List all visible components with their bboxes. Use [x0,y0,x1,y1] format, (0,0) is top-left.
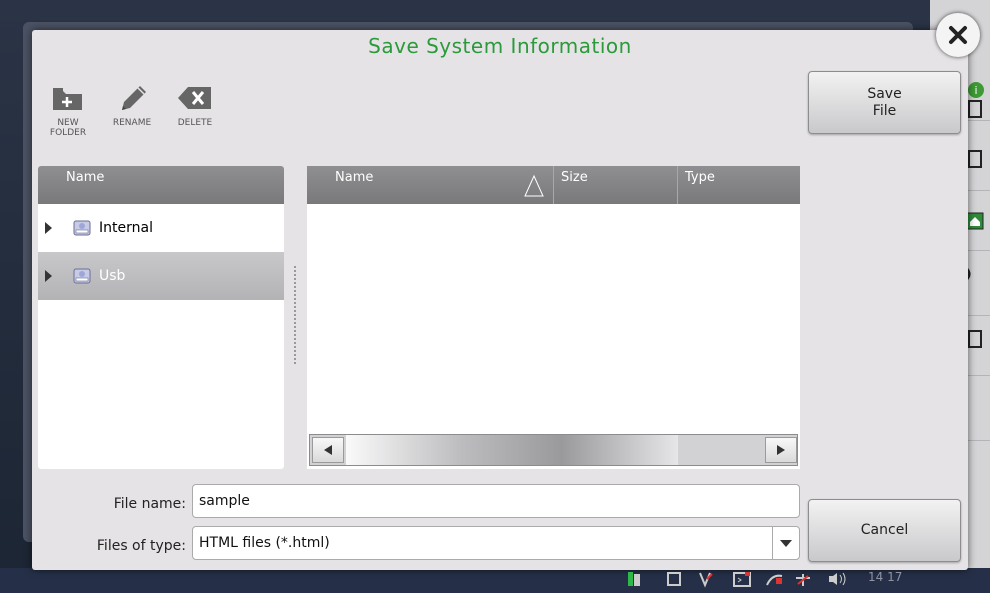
new-folder-label-2: FOLDER [49,128,87,138]
expand-arrow-icon[interactable] [45,222,52,234]
delete-button[interactable]: DELETE [165,78,225,128]
tree-item-usb[interactable]: Usb [38,252,284,300]
new-folder-button[interactable]: NEW FOLDER [38,78,98,138]
folder-tree-header: Name [38,166,284,204]
drive-icon [73,220,91,236]
file-type-value: HTML files (*.html) [199,535,330,551]
close-icon [949,26,967,44]
file-list: Name Size Type [307,166,800,469]
file-name-input[interactable]: sample [192,484,800,518]
system-tray [628,572,846,588]
new-folder-icon [38,78,98,118]
save-button-label-1: Save [867,86,902,102]
scroll-left-button[interactable] [312,437,344,463]
panel-icon-1[interactable] [968,100,982,118]
new-folder-label-1: NEW [57,118,79,128]
save-file-button[interactable]: Save File [808,71,961,134]
tree-item-internal[interactable]: Internal [38,204,284,252]
dropdown-arrow-icon[interactable] [772,527,799,559]
scroll-right-icon [777,445,785,455]
rename-pencil-icon [102,78,162,118]
pane-splitter[interactable] [294,266,296,366]
file-name-label: File name: [113,496,186,512]
tree-item-label: Usb [99,268,126,284]
column-name[interactable]: Name [335,170,373,185]
svg-text:i: i [974,84,977,97]
close-button[interactable] [936,13,980,57]
scrollbar-thumb[interactable] [346,435,678,465]
dialog-title: Save System Information [368,34,632,58]
folder-tree: Name Internal Usb [38,166,284,469]
panel-icon-4[interactable] [968,330,982,348]
sort-triangle-icon[interactable] [523,172,545,198]
rename-button[interactable]: RENAME [102,78,162,128]
panel-icon-2[interactable] [968,150,982,168]
horizontal-scrollbar[interactable] [309,434,798,466]
delete-backspace-icon [165,78,225,118]
save-button-label-2: File [872,103,897,119]
file-type-dropdown[interactable]: HTML files (*.html) [192,526,800,560]
cancel-button[interactable]: Cancel [808,499,961,562]
drive-icon [73,268,91,284]
scroll-right-button[interactable] [765,437,797,463]
scroll-left-icon [324,445,332,455]
delete-label: DELETE [177,118,213,128]
save-dialog: Save System Information NEW FOLDER RENAM… [32,30,968,570]
tree-item-label: Internal [99,220,153,236]
file-type-label: Files of type: [96,538,186,554]
column-type[interactable]: Type [685,170,715,185]
clock: 14 17 [868,570,903,584]
column-size[interactable]: Size [561,170,588,185]
home-icon[interactable] [966,212,984,230]
rename-label: RENAME [112,118,152,128]
expand-arrow-icon[interactable] [45,270,52,282]
info-icon[interactable]: i [966,80,986,100]
file-list-header: Name Size Type [307,166,800,204]
